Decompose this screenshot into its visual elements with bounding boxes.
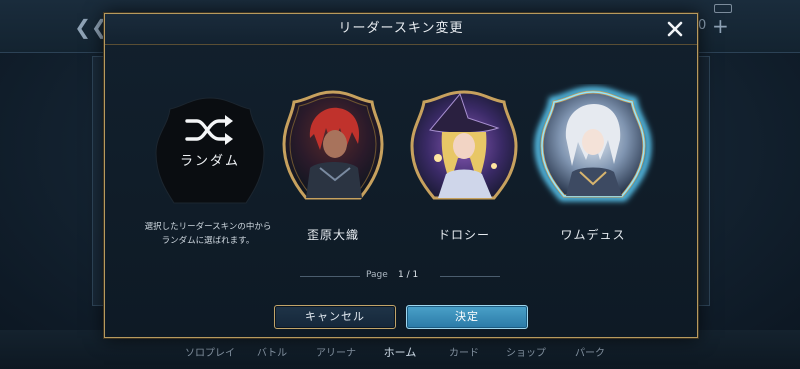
pagination-label: Page — [366, 270, 388, 280]
pagination-value: 1 / 1 — [398, 270, 419, 280]
dialog-title: リーダースキン変更 — [338, 21, 464, 36]
skin-name-3: ワムデュス — [560, 228, 626, 242]
skin-portrait-3 — [534, 86, 652, 201]
nav-item-arena: アリーナ — [316, 348, 356, 359]
plus-icon: + — [712, 14, 729, 38]
skin-name-1: 歪原大織 — [306, 228, 359, 242]
skin-option-3[interactable] — [530, 84, 656, 208]
chevron-left-icon: ❮❮ — [74, 15, 108, 39]
currency-value: 0 — [698, 18, 707, 33]
confirm-button[interactable]: 決定 — [406, 305, 528, 329]
skin-portrait-2 — [410, 90, 518, 200]
skin-portrait-1 — [282, 90, 384, 200]
close-button[interactable] — [662, 16, 688, 42]
nav-item-card: カード — [449, 348, 479, 359]
pagination-divider-right — [440, 276, 500, 277]
nav-item-solo: ソロプレイ — [185, 348, 235, 359]
nav-item-battle: バトル — [256, 348, 288, 359]
battery-icon — [714, 4, 732, 13]
nav-item-shop: ショップ — [506, 348, 546, 359]
nav-item-park: パーク — [575, 348, 605, 359]
skin-name-2: ドロシー — [437, 228, 490, 242]
nav-item-home: ホーム — [383, 346, 417, 359]
skin-option-1[interactable] — [280, 88, 386, 206]
skin-option-2[interactable] — [408, 88, 520, 206]
random-skin-label: ランダム — [179, 154, 240, 169]
pagination-divider-left — [300, 276, 360, 277]
close-icon — [667, 21, 683, 37]
shuffle-icon — [183, 115, 237, 149]
cancel-button[interactable]: キャンセル — [274, 305, 396, 329]
